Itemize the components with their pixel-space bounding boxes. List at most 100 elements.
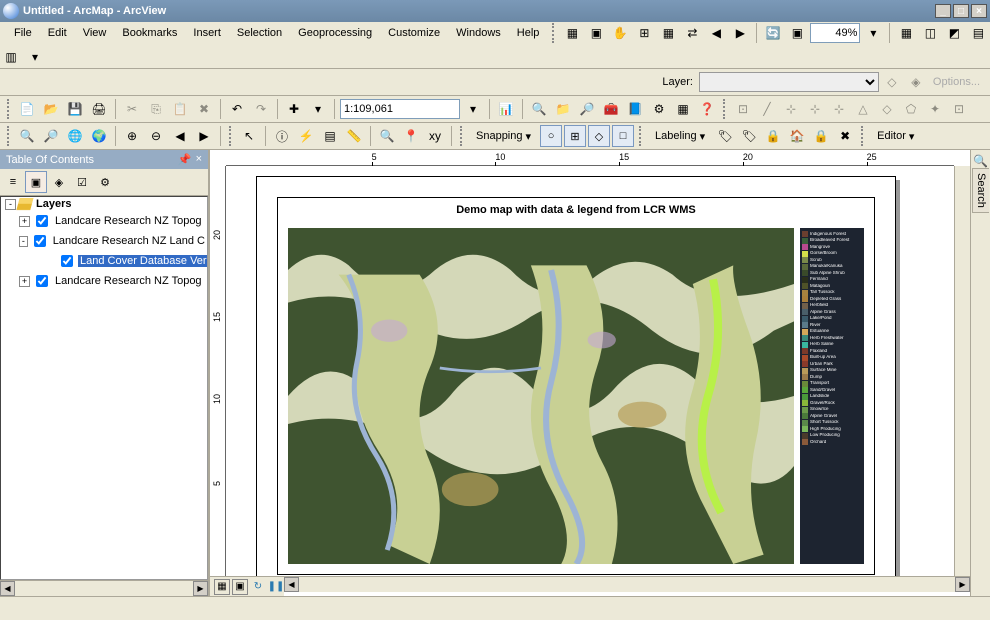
find-route-icon[interactable]: 📍 (400, 125, 422, 147)
toc-list-by-selection-icon[interactable]: ☑ (71, 171, 93, 193)
toolbar-grip[interactable] (552, 23, 556, 43)
toc-options-icon[interactable]: ⚙ (94, 171, 116, 193)
scale-input[interactable] (340, 99, 460, 119)
layer-dropdown[interactable] (699, 72, 879, 92)
results-icon[interactable]: ▦ (672, 98, 694, 120)
pan-icon[interactable]: ✋ (609, 22, 631, 44)
zoom-in-icon[interactable]: 🔍 (16, 125, 38, 147)
scrollbar-horizontal[interactable]: ◀▶ (284, 576, 970, 592)
label-tool-4[interactable]: 🏠 (786, 125, 808, 147)
tree-expand-icon[interactable]: + (19, 216, 30, 227)
editor-toolbar-icon[interactable]: 📊 (495, 98, 517, 120)
toc-title-bar[interactable]: Table Of Contents 📌 × (0, 150, 208, 169)
full-extent-icon[interactable]: 🌍 (88, 125, 110, 147)
prev-extent-icon[interactable]: ◀ (705, 22, 727, 44)
data-frame-tool-1[interactable]: ▦ (895, 22, 917, 44)
menu-windows[interactable]: Windows (448, 25, 509, 41)
forward-icon[interactable]: ▶ (193, 125, 215, 147)
open-icon[interactable]: 📂 (40, 98, 62, 120)
minimize-button[interactable]: _ (935, 4, 951, 18)
toolbar-grip[interactable] (7, 99, 11, 119)
next-extent-icon[interactable]: ▶ (729, 22, 751, 44)
toolbar-grip[interactable] (861, 126, 865, 146)
menu-bookmarks[interactable]: Bookmarks (114, 25, 185, 41)
snap-vertex-icon[interactable]: ◇ (588, 125, 610, 147)
find-tool-icon[interactable]: 🔍 (528, 98, 550, 120)
data-frame-tool-4[interactable]: ▤ (967, 22, 989, 44)
layer-checkbox[interactable] (36, 215, 48, 227)
layer-label[interactable]: Landcare Research NZ Topog (53, 275, 204, 287)
model-builder-icon[interactable]: ⚙ (648, 98, 670, 120)
data-frame-tool-2[interactable]: ◫ (919, 22, 941, 44)
go-to-xy-icon[interactable]: xy (424, 125, 446, 147)
search-window-icon[interactable]: 🔎 (576, 98, 598, 120)
menu-view[interactable]: View (75, 25, 115, 41)
menu-edit[interactable]: Edit (40, 25, 75, 41)
zoom-fixed-icon[interactable]: ▦ (657, 22, 679, 44)
fixed-zoom-in-icon[interactable]: ⊕ (121, 125, 143, 147)
measure-icon[interactable]: 📏 (343, 125, 365, 147)
tree-expand-icon[interactable]: + (19, 276, 30, 287)
layer-checkbox[interactable] (34, 235, 46, 247)
snap-square-icon[interactable]: ⊞ (564, 125, 586, 147)
labeling-dropdown[interactable]: Labeling ▾ (648, 125, 712, 147)
add-data-icon[interactable]: ✚ (283, 98, 305, 120)
toolbar-grip[interactable] (229, 126, 233, 146)
scrollbar-vertical[interactable] (954, 166, 970, 576)
map-data-frame[interactable] (288, 228, 794, 564)
zoom-dropdown-icon[interactable]: ▾ (862, 22, 884, 44)
snapping-dropdown[interactable]: Snapping ▾ (469, 125, 538, 147)
identify-icon[interactable]: ⓘ (271, 125, 293, 147)
save-icon[interactable]: 💾 (64, 98, 86, 120)
data-frame-tool-5[interactable]: ▥ (0, 46, 22, 68)
menu-help[interactable]: Help (509, 25, 548, 41)
layout-page[interactable]: Demo map with data & legend from LCR WMS (256, 176, 896, 576)
layer-label[interactable]: Landcare Research NZ Land C (51, 235, 207, 247)
back-icon[interactable]: ◀ (169, 125, 191, 147)
new-icon[interactable]: 📄 (16, 98, 38, 120)
layer-label-selected[interactable]: Land Cover Database Ver (78, 255, 208, 267)
layout-zoom-icon[interactable]: ▣ (786, 22, 808, 44)
menu-file[interactable]: File (6, 25, 40, 41)
toc-list-by-drawing-icon[interactable]: ≡ (2, 171, 24, 193)
html-popup-icon[interactable]: ▤ (319, 125, 341, 147)
tree-expand-icon[interactable]: - (5, 199, 16, 210)
layout-tool-2[interactable]: ▣ (585, 22, 607, 44)
tree-expand-icon[interactable]: - (19, 236, 28, 247)
hyperlink-icon[interactable]: ⚡ (295, 125, 317, 147)
maximize-button[interactable]: □ (953, 4, 969, 18)
map-canvas[interactable]: Demo map with data & legend from LCR WMS (226, 166, 954, 576)
catalog-icon[interactable]: 📁 (552, 98, 574, 120)
toc-scrollbar[interactable]: ◀▶ (0, 580, 208, 596)
help-icon[interactable]: ❓ (696, 98, 718, 120)
print-icon[interactable]: 🖨 (88, 98, 110, 120)
menu-insert[interactable]: Insert (185, 25, 229, 41)
label-tool-3[interactable]: 🔒 (762, 125, 784, 147)
scale-dropdown[interactable]: ▾ (462, 98, 484, 120)
toolbar-grip[interactable] (460, 126, 464, 146)
toc-list-by-visibility-icon[interactable]: ◈ (48, 171, 70, 193)
data-frame-tool-3[interactable]: ◩ (943, 22, 965, 44)
add-data-dropdown[interactable]: ▾ (307, 98, 329, 120)
toolbar-grip[interactable] (639, 126, 643, 146)
toc-list-by-source-icon[interactable]: ▣ (25, 171, 47, 193)
search-tab[interactable]: Search (972, 168, 989, 213)
layer-checkbox[interactable] (36, 275, 48, 287)
layout-view-tab[interactable]: ▣ (232, 579, 248, 595)
label-tool-1[interactable]: 🏷 (714, 125, 736, 147)
toolbar-grip[interactable] (7, 126, 11, 146)
globe-pan-icon[interactable]: 🌐 (64, 125, 86, 147)
python-icon[interactable]: 📘 (624, 98, 646, 120)
toc-close-icon[interactable]: × (196, 153, 202, 166)
layer-checkbox[interactable] (61, 255, 73, 267)
search-icon[interactable]: 🔍 (973, 154, 988, 168)
editor-dropdown[interactable]: Editor ▾ (870, 125, 921, 147)
snap-circle-icon[interactable]: ○ (540, 125, 562, 147)
find-icon[interactable]: 🔍 (376, 125, 398, 147)
label-tool-2[interactable]: 🏷 (738, 125, 760, 147)
zoom-percent-input[interactable] (810, 23, 860, 43)
zoom-out-icon[interactable]: 🔎 (40, 125, 62, 147)
data-frame-tool-6[interactable]: ▾ (24, 46, 46, 68)
toc-tree[interactable]: - Layers + Landcare Research NZ Topog - … (0, 196, 208, 580)
layer-label[interactable]: Landcare Research NZ Topog (53, 215, 204, 227)
